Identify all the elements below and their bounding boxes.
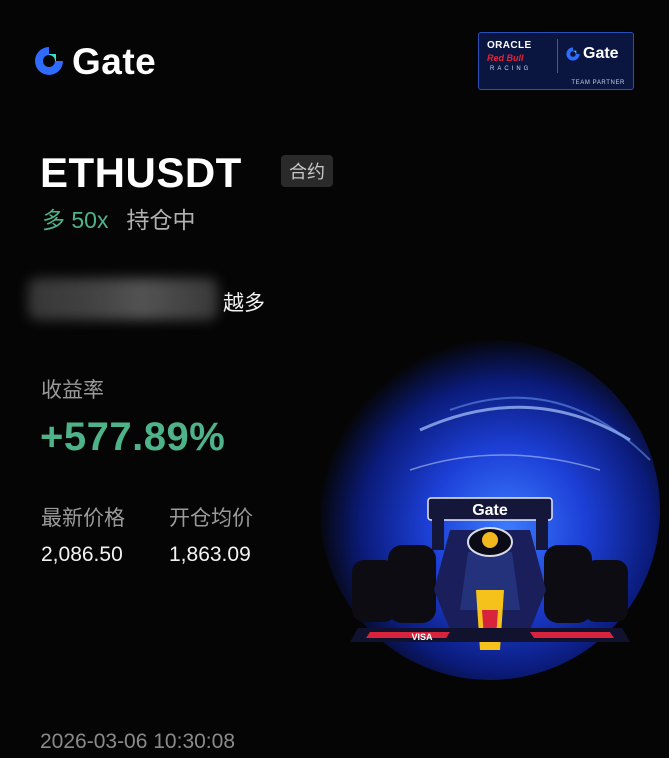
badge-racing-text: RACING xyxy=(490,66,532,72)
f1-car-icon: Gate VISA xyxy=(350,396,651,650)
wing-gate-text: Gate xyxy=(472,502,508,519)
badge-gate-text: Gate xyxy=(583,45,619,62)
gate-logo-icon xyxy=(35,47,63,75)
slogan: 越多 xyxy=(28,276,278,320)
badge-divider xyxy=(557,39,558,73)
team-partner-badge: ORACLE Red Bull RACING Gate TEAM PARTNER xyxy=(478,32,634,90)
slogan-text: 越多 xyxy=(223,292,265,315)
front-wing-sponsor-text: VISA xyxy=(411,632,433,642)
hero-f1-car-image: Gate VISA xyxy=(300,320,669,700)
timestamp: 2026-03-06 10:30:08 xyxy=(40,730,235,753)
gate-logo-text: Gate xyxy=(72,40,157,82)
badge-gate-icon xyxy=(566,47,580,61)
direction-leverage: 多 50x xyxy=(42,207,109,233)
entry-price-label: 开仓均价 xyxy=(169,507,253,530)
entry-price-value: 1,863.09 xyxy=(169,543,251,566)
latest-price-value: 2,086.50 xyxy=(41,543,123,566)
position-status: 持仓中 xyxy=(126,207,196,233)
latest-price-label: 最新价格 xyxy=(41,507,125,530)
yield-value: +577.89% xyxy=(40,415,226,459)
badge-gate-logo: Gate xyxy=(565,45,619,63)
gate-logo: Gate xyxy=(32,40,156,82)
trading-pair-symbol: ETHUSDT xyxy=(40,149,242,196)
position-info: 多 50x 持仓中 xyxy=(42,209,195,232)
contract-type-tag: 合约 xyxy=(281,155,333,187)
slogan-blurred-area xyxy=(28,278,218,320)
badge-footer-text: TEAM PARTNER xyxy=(571,80,625,86)
badge-oracle-text: ORACLE xyxy=(487,40,532,51)
yield-label: 收益率 xyxy=(41,379,104,402)
badge-redbull-text: Red Bull xyxy=(487,53,524,63)
